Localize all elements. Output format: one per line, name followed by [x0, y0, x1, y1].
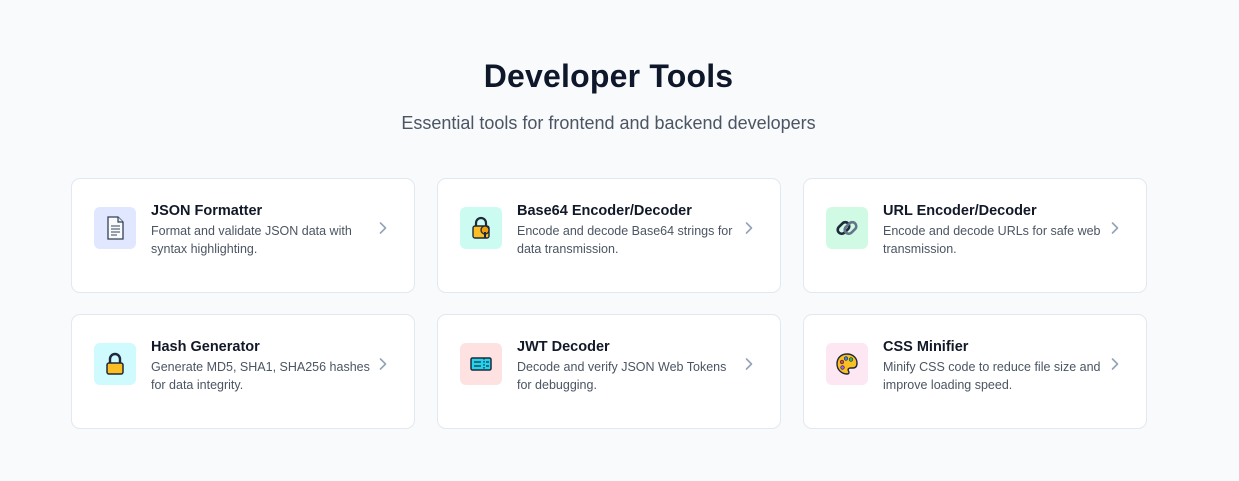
padlock-icon	[94, 343, 136, 385]
tool-card-url-encoder[interactable]: URL Encoder/Decoder Encode and decode UR…	[803, 178, 1147, 293]
tool-description: Encode and decode Base64 strings for dat…	[517, 224, 733, 256]
page-title: Developer Tools	[483, 58, 734, 94]
tool-title: Hash Generator	[151, 339, 260, 355]
tool-description: Format and validate JSON data with synta…	[151, 224, 352, 256]
tool-title: Base64 Encoder/Decoder	[517, 203, 692, 219]
ticket-icon	[460, 343, 502, 385]
tool-description: Decode and verify JSON Web Tokens for de…	[517, 360, 727, 392]
tool-card-css-minifier[interactable]: CSS Minifier Minify CSS code to reduce f…	[803, 314, 1147, 429]
lock-key-icon	[460, 207, 502, 249]
tool-title: JSON Formatter	[151, 203, 263, 219]
tool-title: URL Encoder/Decoder	[883, 203, 1037, 219]
tools-grid: JSON Formatter Format and validate JSON …	[71, 178, 1147, 429]
palette-icon	[826, 343, 868, 385]
chevron-right-icon	[1108, 357, 1122, 371]
tool-title: CSS Minifier	[883, 339, 969, 355]
tool-title: JWT Decoder	[517, 339, 610, 355]
page-subtitle: Essential tools for frontend and backend…	[401, 113, 816, 133]
tool-card-base64[interactable]: Base64 Encoder/Decoder Encode and decode…	[437, 178, 781, 293]
chevron-right-icon	[1108, 221, 1122, 235]
tool-description: Encode and decode URLs for safe web tran…	[883, 224, 1101, 256]
document-icon	[94, 207, 136, 249]
developer-tools-section: Developer Tools Essential tools for fron…	[0, 0, 1239, 481]
link-icon	[826, 207, 868, 249]
chevron-right-icon	[376, 357, 390, 371]
tool-description: Minify CSS code to reduce file size and …	[883, 360, 1101, 392]
tool-description: Generate MD5, SHA1, SHA256 hashes for da…	[151, 360, 370, 392]
chevron-right-icon	[742, 221, 756, 235]
tool-card-json-formatter[interactable]: JSON Formatter Format and validate JSON …	[71, 178, 415, 293]
tool-card-hash-generator[interactable]: Hash Generator Generate MD5, SHA1, SHA25…	[71, 314, 415, 429]
chevron-right-icon	[376, 221, 390, 235]
tool-card-jwt-decoder[interactable]: JWT Decoder Decode and verify JSON Web T…	[437, 314, 781, 429]
chevron-right-icon	[742, 357, 756, 371]
